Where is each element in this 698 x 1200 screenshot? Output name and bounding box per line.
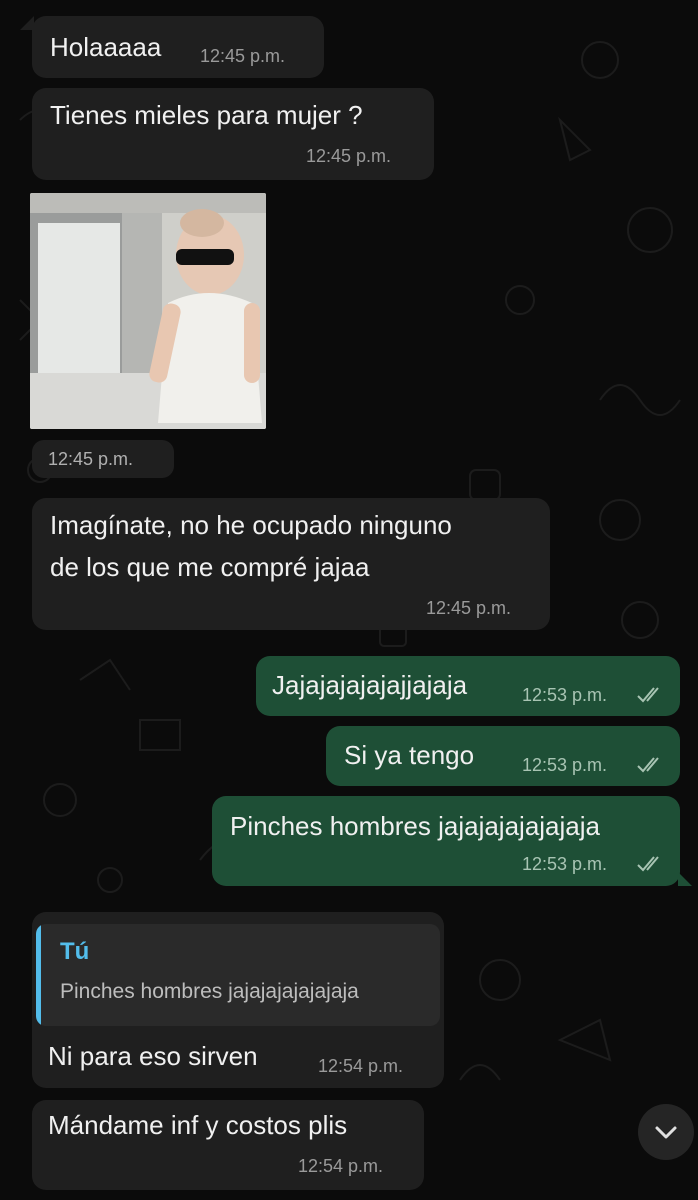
message-text: Si ya tengo — [344, 740, 475, 770]
message-time: 12:45 p.m. — [200, 46, 286, 66]
message-time: 12:45 p.m. — [306, 146, 392, 166]
quote-text: Pinches hombres jajajajajajajaja — [60, 980, 359, 1003]
message-text-line: de los que me compré jajaa — [50, 552, 370, 582]
chevron-down-icon — [655, 1126, 677, 1139]
bubble-tail — [678, 872, 692, 886]
baby-photo — [30, 193, 266, 429]
message-time: 12:54 p.m. — [298, 1156, 384, 1176]
message-bubble-outgoing[interactable]: Jajajajajajajjajaja 12:53 p.m. — [256, 656, 680, 716]
message-text-line: Imagínate, no he ocupado ninguno — [50, 510, 452, 540]
bubble-tail — [20, 16, 34, 30]
message-text: Ni para eso sirven — [48, 1041, 258, 1071]
message-time: 12:45 p.m. — [48, 449, 134, 469]
message-time: 12:53 p.m. — [522, 685, 608, 705]
message-text: Holaaaaa — [50, 32, 162, 62]
quoted-message[interactable]: Tú Pinches hombres jajajajajajajaja — [36, 924, 440, 1026]
quote-accent-bar — [36, 924, 41, 1026]
message-bubble-incoming[interactable]: Mándame inf y costos plis 12:54 p.m. — [32, 1100, 424, 1190]
message-bubble-outgoing[interactable]: Si ya tengo 12:53 p.m. — [326, 726, 680, 786]
image-message[interactable] — [30, 193, 266, 429]
message-bubble-incoming[interactable]: Imagínate, no he ocupado ninguno de los … — [32, 498, 550, 630]
message-time: 12:45 p.m. — [426, 598, 512, 618]
message-time: 12:53 p.m. — [522, 854, 608, 874]
message-bubble-outgoing[interactable]: Pinches hombres jajajajajajajaja 12:53 p… — [212, 796, 680, 886]
double-check-icon — [637, 856, 659, 872]
message-text: Jajajajajajajjajaja — [272, 670, 468, 700]
message-text: Mándame inf y costos plis — [48, 1110, 348, 1140]
double-check-icon — [637, 687, 659, 703]
message-text: Pinches hombres jajajajajajajaja — [230, 811, 600, 841]
message-bubble-incoming[interactable]: Holaaaaa 12:45 p.m. — [32, 16, 324, 78]
image-timestamp-badge: 12:45 p.m. — [32, 440, 174, 478]
message-text: Tienes mieles para mujer ? — [50, 100, 363, 130]
message-time: 12:54 p.m. — [318, 1056, 404, 1076]
message-time: 12:53 p.m. — [522, 755, 608, 775]
message-bubble-incoming[interactable]: Tienes mieles para mujer ? 12:45 p.m. — [32, 88, 434, 180]
double-check-icon — [637, 757, 659, 773]
quote-author: Tú — [60, 938, 90, 965]
scroll-to-bottom-button[interactable] — [638, 1104, 694, 1160]
